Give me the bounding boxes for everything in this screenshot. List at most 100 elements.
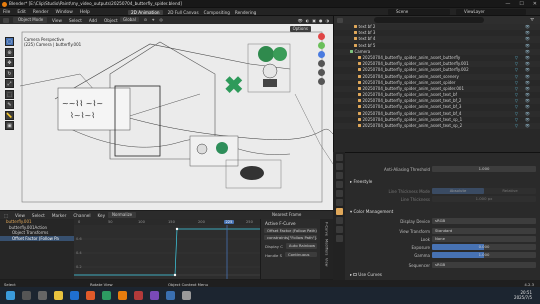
normalize-toggle[interactable]: Normalize <box>108 212 137 218</box>
view-layer-selector[interactable]: ViewLayer <box>456 9 526 15</box>
close-button[interactable]: ✕ <box>533 1 537 7</box>
graph-menu-select[interactable]: Select <box>32 213 45 218</box>
viewport-menu-add[interactable]: Add <box>89 18 97 23</box>
menu-file[interactable]: File <box>3 10 10 15</box>
snap-icon[interactable]: ⌖ <box>152 17 154 22</box>
visibility-icon[interactable]: 👁 <box>525 123 530 129</box>
outliner-type-icon[interactable] <box>337 17 343 23</box>
transform-tool-icon[interactable]: ⬚ <box>5 89 14 99</box>
tool-tab-icon[interactable] <box>335 154 343 161</box>
tab-fcurve[interactable]: F-Curve <box>325 222 329 236</box>
scene-selector[interactable]: Scene <box>388 9 450 15</box>
graph-menu-key[interactable]: Key <box>98 213 106 218</box>
outliner-row[interactable]: 20250704_butterfly_spider_anim_asset_tex… <box>334 123 540 130</box>
app-icon[interactable] <box>150 291 159 300</box>
gamma-slider[interactable]: 1.000 <box>432 252 536 258</box>
graph-menu-view[interactable]: View <box>15 213 25 218</box>
search-icon[interactable] <box>22 291 31 300</box>
pan-icon[interactable] <box>317 69 325 76</box>
world-tab-icon[interactable] <box>335 199 343 206</box>
blender-taskbar-icon[interactable] <box>118 291 127 300</box>
frame-ruler[interactable]: 0 50 100 150 200 225 250 <box>74 219 260 225</box>
workspace-tab-rendering[interactable]: Rendering <box>235 10 256 15</box>
tab-view[interactable]: View <box>325 258 329 267</box>
modifier-tab-icon[interactable] <box>335 217 343 224</box>
use-curves-checkbox[interactable] <box>353 272 357 276</box>
measure-tool-icon[interactable]: 📏 <box>5 110 14 120</box>
menu-edit[interactable]: Edit <box>17 10 26 15</box>
app-icon[interactable] <box>134 291 143 300</box>
handle-smoothing-dropdown[interactable]: Continuous <box>285 251 317 257</box>
scene-tab-icon[interactable] <box>335 190 343 197</box>
options-button[interactable]: Options <box>289 26 311 32</box>
color-mode-dropdown[interactable]: Auto Rainbow <box>285 243 317 249</box>
app-icon[interactable] <box>166 291 175 300</box>
current-frame-badge[interactable]: 225 <box>224 220 234 224</box>
vscode-icon[interactable] <box>70 291 79 300</box>
scale-tool-icon[interactable]: ⤢ <box>5 79 14 88</box>
editor-type-icon[interactable] <box>3 17 9 23</box>
render-tab-icon[interactable] <box>335 163 343 170</box>
fcurve-channel-field[interactable]: Offset Factor (Follow Path) <box>264 227 317 233</box>
visibility-icon[interactable]: 👁 <box>298 18 303 23</box>
line-thickness-mode-toggle[interactable]: Absolute Relative <box>432 188 536 194</box>
app-icon[interactable] <box>182 291 191 300</box>
view-layer-tab-icon[interactable] <box>335 181 343 188</box>
zoom-icon[interactable] <box>317 60 325 67</box>
3d-viewport[interactable]: ~~⌇⌇ ~⌇~ ⌇~⌇~⌇ Camera Perspective (225) … <box>0 24 333 210</box>
pivot-icon[interactable]: ⊙ <box>144 17 147 22</box>
overlay-icon[interactable]: ◐ <box>306 18 310 23</box>
line-thickness-field[interactable]: 1.000 px <box>432 196 536 202</box>
add-tool-icon[interactable]: ▣ <box>5 121 14 130</box>
graph-menu-channel[interactable]: Channel <box>73 213 90 218</box>
filter-icon[interactable]: ⛛ <box>530 17 534 23</box>
viewport-menu-select[interactable]: Select <box>69 18 82 23</box>
menu-help[interactable]: Help <box>80 10 90 15</box>
fcurve-path-field[interactable]: constraints["Follow Path"].offset_factor <box>264 234 317 240</box>
rotate-tool-icon[interactable]: ↻ <box>5 68 14 78</box>
snap-mode-selector[interactable]: Nearest Frame <box>272 212 301 217</box>
data-tab-icon[interactable] <box>335 235 343 242</box>
camera-view-icon[interactable] <box>317 78 325 85</box>
menu-window[interactable]: Window <box>56 10 73 15</box>
task-view-icon[interactable] <box>38 291 47 300</box>
x-axis-icon[interactable] <box>317 33 325 40</box>
system-clock[interactable]: 20:51 2025/7/5 <box>514 290 532 300</box>
shading-material-icon[interactable]: ◑ <box>326 18 330 23</box>
minimize-button[interactable]: — <box>505 1 510 7</box>
display-device-dropdown[interactable]: sRGB <box>432 218 536 224</box>
graph-menu-marker[interactable]: Marker <box>52 213 66 218</box>
cursor-tool-icon[interactable]: ⊕ <box>5 47 14 57</box>
workspace-tab-2d-full-canvas[interactable]: 2D Full Canvas <box>168 10 199 15</box>
start-icon[interactable] <box>6 291 15 300</box>
firefox-icon[interactable] <box>86 291 95 300</box>
sequencer-dropdown[interactable]: sRGB <box>432 262 536 268</box>
look-dropdown[interactable]: None <box>432 236 536 242</box>
app-icon[interactable] <box>102 291 111 300</box>
absolute-option[interactable]: Absolute <box>432 188 484 194</box>
navigation-gizmo[interactable] <box>311 31 331 89</box>
use-curves-section[interactable]: ▸ Use Curves <box>350 272 382 277</box>
y-axis-icon[interactable] <box>317 42 325 49</box>
output-tab-icon[interactable] <box>335 172 343 179</box>
z-axis-icon[interactable] <box>317 51 325 58</box>
xray-icon[interactable]: ▣ <box>312 18 316 23</box>
move-tool-icon[interactable]: ✥ <box>5 58 14 67</box>
annotate-tool-icon[interactable]: ✎ <box>5 100 14 109</box>
transform-orientation[interactable]: Global <box>120 17 139 22</box>
outliner-search-input[interactable] <box>374 17 484 23</box>
workspace-tab-compositing[interactable]: Compositing <box>204 10 230 15</box>
select-tool-icon[interactable]: ▢ <box>5 37 14 46</box>
graph-area[interactable]: 0.6 0.4 0.2 <box>74 219 260 279</box>
view-transform-dropdown[interactable]: Standard <box>432 228 536 234</box>
relative-option[interactable]: Relative <box>484 188 536 194</box>
exposure-slider[interactable]: 0.000 <box>432 244 536 250</box>
channel-offset-factor[interactable]: Offset Factor (Follow Pa <box>0 235 74 241</box>
workspace-tab-2d-animation[interactable]: 2D Animation <box>128 9 163 15</box>
viewport-menu-view[interactable]: View <box>52 18 62 23</box>
tab-modifiers[interactable]: Modifiers <box>325 239 329 255</box>
freestyle-section[interactable]: ▸ Freestyle <box>350 179 372 184</box>
shading-solid-icon[interactable]: ● <box>319 18 323 23</box>
color-management-section[interactable]: ▾ Color Management <box>350 209 393 214</box>
constraint-tab-icon[interactable] <box>335 226 343 233</box>
